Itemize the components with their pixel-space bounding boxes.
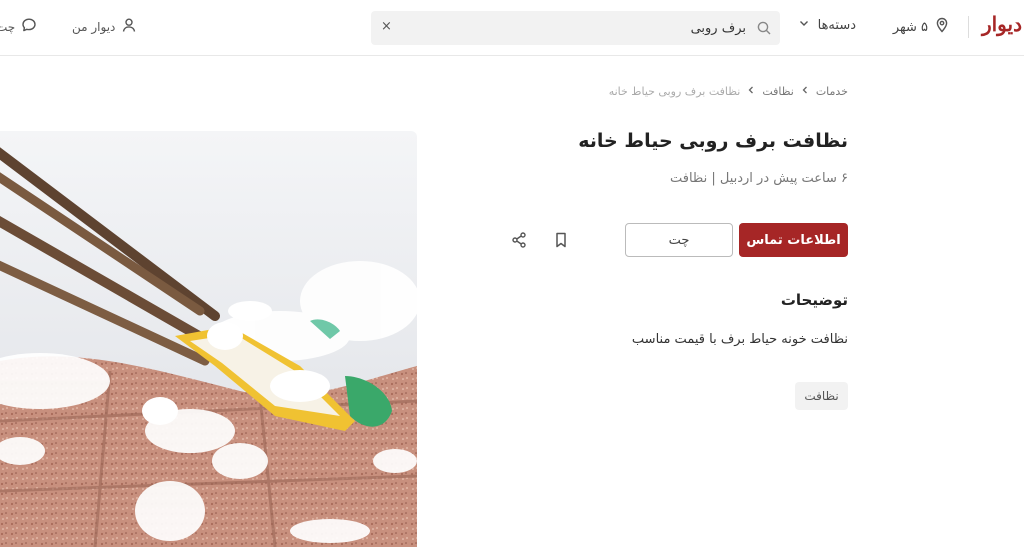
chat-nav-button[interactable]: چت [0, 17, 37, 36]
logo-divider [968, 16, 969, 38]
location-pin-icon [934, 17, 950, 37]
category-tag[interactable]: نظافت [795, 382, 848, 410]
close-icon[interactable]: × [381, 19, 392, 34]
chat-nav-label: چت [0, 19, 16, 34]
divar-logo[interactable]: دیوار [982, 12, 1022, 36]
categories-label: دسته‌ها [817, 17, 856, 33]
ad-subtitle: ۶ ساعت پیش در اردبیل | نظافت [669, 171, 848, 186]
bookmark-icon[interactable] [552, 231, 570, 249]
chevron-left-icon [746, 85, 756, 98]
top-navbar: دیوار ۵ شهر دسته‌ها × دیوار من چت [0, 0, 1024, 56]
ad-photo[interactable] [0, 131, 417, 547]
breadcrumb: خدمات نظافت نظافت برف روبی حیاط خانه [609, 85, 848, 98]
chat-bubble-icon [21, 17, 37, 36]
description-text: نظافت خونه حیاط برف با قیمت مناسب [631, 332, 848, 347]
my-divar-button[interactable]: دیوار من [72, 17, 137, 36]
city-label: ۵ شهر [892, 19, 928, 35]
breadcrumb-item[interactable]: نظافت [762, 85, 794, 98]
share-icon[interactable] [510, 231, 528, 249]
search-box: × [371, 11, 780, 45]
breadcrumb-current: نظافت برف روبی حیاط خانه [608, 85, 741, 98]
contact-info-button[interactable]: اطلاعات تماس [739, 223, 848, 257]
user-icon [121, 17, 137, 36]
ad-title: نظافت برف روبی حیاط خانه [578, 130, 848, 152]
description-heading: توضیحات [780, 291, 848, 309]
city-selector[interactable]: ۵ شهر [893, 17, 950, 37]
search-icon[interactable] [756, 20, 772, 40]
search-input[interactable] [446, 17, 746, 39]
chevron-down-icon [798, 17, 810, 33]
breadcrumb-item[interactable]: خدمات [816, 85, 848, 98]
categories-dropdown[interactable]: دسته‌ها [798, 17, 856, 33]
chevron-left-icon [800, 85, 810, 98]
my-divar-label: دیوار من [72, 19, 116, 34]
chat-button[interactable]: چت [625, 223, 733, 257]
